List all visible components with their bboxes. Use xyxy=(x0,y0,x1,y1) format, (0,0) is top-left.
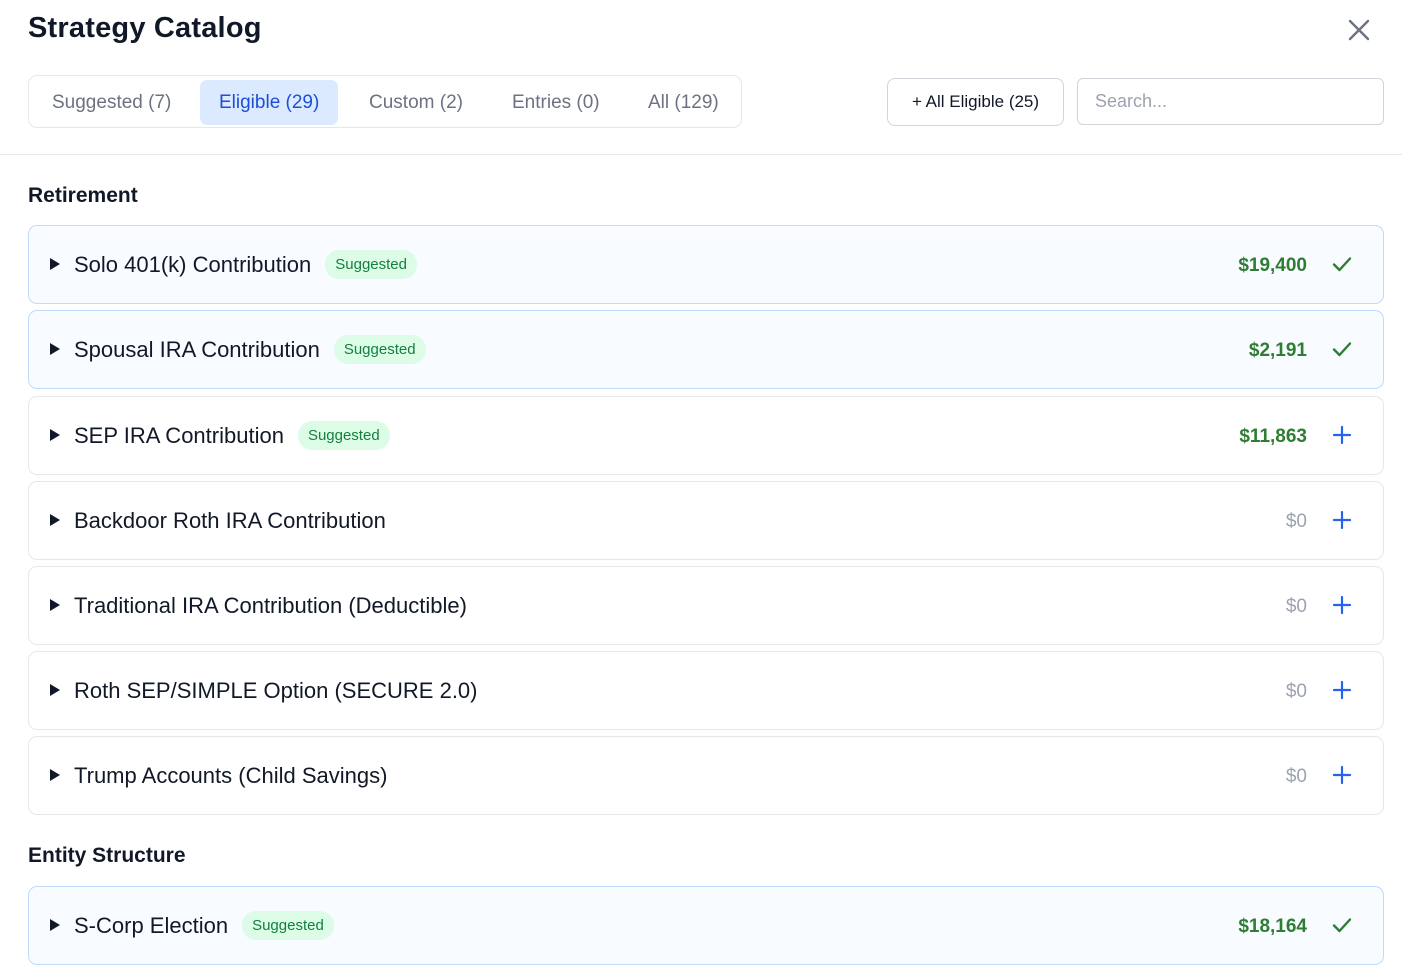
expand-triangle-icon[interactable] xyxy=(49,428,61,442)
filter-tabs: Suggested (7) Eligible (29) Custom (2) E… xyxy=(28,75,742,128)
plus-icon[interactable] xyxy=(1331,424,1353,446)
strategy-amount: $2,191 xyxy=(1248,340,1307,361)
strategy-amount: $19,400 xyxy=(1238,255,1307,276)
strategy-amount: $0 xyxy=(1285,511,1307,532)
strategy-catalog-modal: Strategy Catalog Suggested (7) Eligible … xyxy=(0,0,1402,970)
tab-suggested[interactable]: Suggested (7) xyxy=(33,80,190,125)
strategy-row-sep-ira[interactable]: SEP IRA Contribution Suggested $11,863 xyxy=(28,396,1384,475)
strategy-row-s-corp-election[interactable]: S-Corp Election Suggested $18,164 xyxy=(28,886,1384,965)
expand-triangle-icon[interactable] xyxy=(49,257,61,271)
strategy-row-trump-accounts[interactable]: Trump Accounts (Child Savings) $0 xyxy=(28,736,1384,815)
plus-icon[interactable] xyxy=(1331,594,1353,616)
expand-triangle-icon[interactable] xyxy=(49,513,61,527)
modal-title: Strategy Catalog xyxy=(28,12,262,44)
tab-eligible[interactable]: Eligible (29) xyxy=(200,80,339,125)
strategy-amount: $18,164 xyxy=(1238,916,1307,937)
strategy-row-roth-sep-simple[interactable]: Roth SEP/SIMPLE Option (SECURE 2.0) $0 xyxy=(28,651,1384,730)
section-title-retirement: Retirement xyxy=(28,184,138,207)
expand-triangle-icon[interactable] xyxy=(49,342,61,356)
tab-custom[interactable]: Custom (2) xyxy=(350,80,482,125)
strategy-name: S-Corp Election xyxy=(74,912,229,938)
strategy-amount: $0 xyxy=(1285,681,1307,702)
expand-triangle-icon[interactable] xyxy=(49,918,61,932)
plus-icon[interactable] xyxy=(1331,509,1353,531)
add-all-eligible-button[interactable]: + All Eligible (25) xyxy=(887,78,1064,126)
strategy-name: Solo 401(k) Contribution xyxy=(74,251,312,277)
tab-all[interactable]: All (129) xyxy=(629,80,738,125)
close-icon xyxy=(1348,19,1370,41)
strategy-amount: $0 xyxy=(1285,596,1307,617)
search-input[interactable] xyxy=(1077,78,1384,125)
strategy-row-traditional-ira[interactable]: Traditional IRA Contribution (Deductible… xyxy=(28,566,1384,645)
modal-header: Strategy Catalog Suggested (7) Eligible … xyxy=(0,0,1402,155)
expand-triangle-icon[interactable] xyxy=(49,768,61,782)
strategy-name: Trump Accounts (Child Savings) xyxy=(74,762,388,788)
strategy-amount: $11,863 xyxy=(1239,426,1307,447)
check-icon[interactable] xyxy=(1331,253,1353,275)
close-button[interactable] xyxy=(1343,14,1375,46)
strategy-row-spousal-ira[interactable]: Spousal IRA Contribution Suggested $2,19… xyxy=(28,310,1384,389)
expand-triangle-icon[interactable] xyxy=(49,683,61,697)
suggested-badge: Suggested xyxy=(297,421,390,450)
suggested-badge: Suggested xyxy=(325,250,417,279)
strategy-name: Backdoor Roth IRA Contribution xyxy=(74,507,386,533)
strategy-name: Roth SEP/SIMPLE Option (SECURE 2.0) xyxy=(74,677,478,703)
check-icon[interactable] xyxy=(1331,338,1353,360)
strategy-name: Traditional IRA Contribution (Deductible… xyxy=(74,592,467,618)
tab-entries[interactable]: Entries (0) xyxy=(493,80,619,125)
strategy-amount: $0 xyxy=(1285,766,1307,787)
strategy-row-backdoor-roth[interactable]: Backdoor Roth IRA Contribution $0 xyxy=(28,481,1384,560)
expand-triangle-icon[interactable] xyxy=(49,598,61,612)
strategy-row-solo-401k[interactable]: Solo 401(k) Contribution Suggested $19,4… xyxy=(28,225,1384,304)
suggested-badge: Suggested xyxy=(242,911,334,940)
plus-icon[interactable] xyxy=(1331,764,1353,786)
check-icon[interactable] xyxy=(1331,914,1353,936)
section-title-entity-structure: Entity Structure xyxy=(28,844,186,867)
strategy-name: Spousal IRA Contribution xyxy=(74,336,320,362)
plus-icon[interactable] xyxy=(1331,679,1353,701)
strategy-name: SEP IRA Contribution xyxy=(74,422,284,448)
suggested-badge: Suggested xyxy=(333,335,426,364)
